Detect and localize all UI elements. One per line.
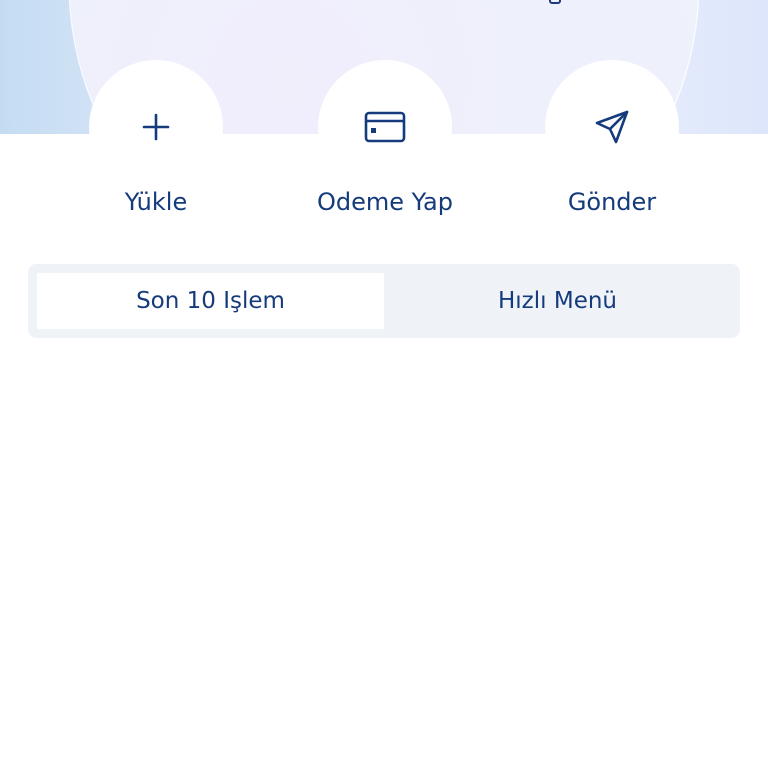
send-label: Gönder bbox=[567, 188, 657, 216]
send-button[interactable] bbox=[545, 60, 679, 194]
pay-action[interactable]: Odeme Yap bbox=[317, 60, 453, 216]
send-icon bbox=[595, 110, 629, 144]
lock-icon bbox=[549, 0, 561, 4]
pay-button[interactable] bbox=[318, 60, 452, 194]
load-label: Yükle bbox=[124, 188, 188, 216]
send-action[interactable]: Gönder bbox=[545, 60, 679, 216]
app-screen: Yükle Odeme Yap Gönder Son 10 Işlem Hızl… bbox=[0, 0, 768, 768]
load-action[interactable]: Yükle bbox=[89, 60, 223, 216]
plus-icon bbox=[142, 113, 170, 141]
tab-quick-menu[interactable]: Hızlı Menü bbox=[384, 273, 731, 329]
tab-last-10-transactions[interactable]: Son 10 Işlem bbox=[37, 273, 384, 329]
pay-label: Odeme Yap bbox=[317, 188, 453, 216]
credit-card-icon bbox=[364, 111, 406, 143]
segmented-control: Son 10 Işlem Hızlı Menü bbox=[28, 264, 740, 338]
load-button[interactable] bbox=[89, 60, 223, 194]
